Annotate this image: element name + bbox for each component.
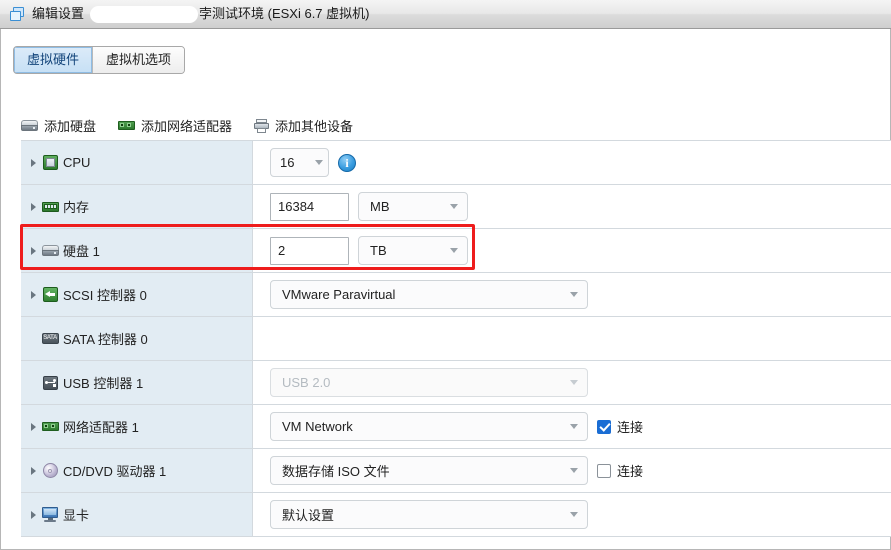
sata-controller-value-empty [253, 317, 891, 360]
usb-controller-version-select: USB 2.0 [270, 368, 588, 397]
device-label: 网络适配器 1 [63, 420, 139, 435]
device-row-network-adapter-1[interactable]: 网络适配器 1 [21, 405, 253, 448]
cddvd-connect-checkbox[interactable]: 连接 [597, 461, 643, 480]
expand-arrow-icon[interactable] [26, 202, 40, 211]
other-device-icon [254, 118, 270, 133]
add-other-device-label: 添加其他设备 [275, 119, 354, 134]
usb-controller-version-value: USB 2.0 [282, 375, 331, 390]
table-row: 网络适配器 1 VM Network 连接 [21, 405, 891, 449]
table-row: 硬盘 1 2 TB [21, 229, 891, 273]
chevron-down-icon [450, 204, 458, 209]
device-label: SATA 控制器 0 [63, 332, 148, 347]
dialog-body: 虚拟硬件 虚拟机选项 添加硬盘 添加网络适配器 添加其他设备 CPU 16 i … [0, 29, 891, 550]
device-label: USB 控制器 1 [63, 376, 144, 391]
video-card-settings-select[interactable]: 默认设置 [270, 500, 588, 529]
cddvd-source-select[interactable]: 数据存储 ISO 文件 [270, 456, 588, 485]
add-other-device-button[interactable]: 添加其他设备 [254, 116, 353, 135]
table-row: 内存 16384 MB [21, 185, 891, 229]
table-row: SATA SATA 控制器 0 [21, 317, 891, 361]
chevron-down-icon [315, 160, 323, 165]
window-titlebar: 编辑设置 孛测试环境 (ESXi 6.7 虚拟机) [0, 0, 891, 29]
video-card-settings-value: 默认设置 [282, 508, 335, 523]
add-network-adapter-button[interactable]: 添加网络适配器 [118, 116, 232, 135]
expand-arrow-icon[interactable] [26, 510, 40, 519]
memory-unit-select[interactable]: MB [358, 192, 468, 221]
device-label: 显卡 [63, 508, 90, 523]
cddvd-source-value: 数据存储 ISO 文件 [282, 464, 390, 479]
add-hard-disk-button[interactable]: 添加硬盘 [21, 116, 96, 135]
scsi-controller-type-value: VMware Paravirtual [282, 287, 396, 302]
expand-arrow-icon[interactable] [26, 422, 40, 431]
tab-bar: 虚拟硬件 虚拟机选项 [13, 46, 186, 74]
network-adapter-icon [41, 421, 59, 432]
chevron-down-icon [450, 248, 458, 253]
device-row-sata-controller-0[interactable]: SATA SATA 控制器 0 [21, 317, 253, 360]
tab-virtual-hardware[interactable]: 虚拟硬件 [14, 47, 93, 73]
expand-arrow-icon[interactable] [26, 466, 40, 475]
video-card-icon [42, 507, 58, 522]
scsi-controller-type-select[interactable]: VMware Paravirtual [270, 280, 588, 309]
hard-disk-size-input[interactable]: 2 [270, 236, 349, 265]
memory-unit-value: MB [370, 199, 390, 214]
network-adapter-connect-checkbox[interactable]: 连接 [597, 417, 643, 436]
device-row-cpu[interactable]: CPU [21, 141, 253, 184]
scsi-controller-icon [42, 287, 58, 302]
device-row-hard-disk-1[interactable]: 硬盘 1 [21, 229, 253, 272]
cddvd-drive-icon [42, 463, 58, 478]
add-network-adapter-label: 添加网络适配器 [141, 119, 233, 134]
window-title-prefix: 编辑设置 [32, 6, 85, 22]
cpu-count-value: 16 [280, 155, 295, 170]
device-label: 硬盘 1 [63, 244, 100, 259]
hard-disk-unit-value: TB [370, 243, 387, 258]
table-row: 显卡 默认设置 [21, 493, 891, 537]
table-row: CD/DVD 驱动器 1 数据存储 ISO 文件 连接 [21, 449, 891, 493]
chevron-down-icon [570, 292, 578, 297]
cpu-count-select[interactable]: 16 [270, 148, 329, 177]
checkbox-box[interactable] [597, 419, 611, 434]
table-row: USB 控制器 1 USB 2.0 [21, 361, 891, 405]
chevron-down-icon [570, 380, 578, 385]
checkbox-label: 连接 [617, 464, 644, 479]
hard-disk-unit-select[interactable]: TB [358, 236, 468, 265]
network-adapter-network-select[interactable]: VM Network [270, 412, 588, 441]
device-row-scsi-controller-0[interactable]: SCSI 控制器 0 [21, 273, 253, 316]
chevron-down-icon [570, 468, 578, 473]
checkbox-box[interactable] [597, 463, 611, 478]
device-row-video-card[interactable]: 显卡 [21, 493, 253, 536]
device-label: SCSI 控制器 0 [63, 288, 147, 303]
device-list: CPU 16 i 内存 16384 MB 硬盘 1 2 TB SCSI 控制器 … [21, 140, 891, 537]
vm-edit-settings-dialog: 编辑设置 孛测试环境 (ESXi 6.7 虚拟机) 虚拟硬件 虚拟机选项 添加硬盘… [0, 0, 891, 550]
device-row-memory[interactable]: 内存 [21, 185, 253, 228]
expand-arrow-icon[interactable] [26, 158, 40, 167]
hard-disk-icon [21, 119, 38, 132]
hard-disk-icon [41, 244, 59, 257]
chevron-down-icon [570, 424, 578, 429]
device-row-cddvd-drive-1[interactable]: CD/DVD 驱动器 1 [21, 449, 253, 492]
tab-vm-options[interactable]: 虚拟机选项 [92, 47, 185, 73]
device-row-usb-controller-1[interactable]: USB 控制器 1 [21, 361, 253, 404]
chevron-down-icon [570, 512, 578, 517]
device-label: CPU [63, 155, 91, 170]
expand-arrow-icon[interactable] [26, 246, 40, 255]
network-adapter-network-value: VM Network [282, 419, 353, 434]
add-hard-disk-label: 添加硬盘 [44, 119, 97, 134]
table-row: CPU 16 i [21, 141, 891, 185]
expand-arrow-icon[interactable] [26, 290, 40, 299]
device-label: 内存 [63, 200, 90, 215]
redacted-vm-name [90, 5, 199, 23]
memory-icon [41, 201, 59, 213]
cpu-icon [42, 155, 58, 170]
table-row: SCSI 控制器 0 VMware Paravirtual [21, 273, 891, 317]
vm-windows-icon [10, 6, 26, 22]
window-title: 编辑设置 孛测试环境 (ESXi 6.7 虚拟机) [32, 3, 369, 24]
info-icon[interactable]: i [338, 153, 356, 172]
window-title-suffix: 孛测试环境 (ESXi 6.7 虚拟机) [199, 6, 370, 22]
usb-controller-icon [42, 375, 58, 390]
device-label: CD/DVD 驱动器 1 [63, 464, 167, 479]
network-adapter-icon [118, 120, 136, 131]
sata-controller-icon: SATA [41, 333, 59, 344]
device-toolbar: 添加硬盘 添加网络适配器 添加其他设备 [21, 116, 353, 135]
checkbox-label: 连接 [617, 420, 644, 435]
memory-size-input[interactable]: 16384 [270, 192, 349, 221]
